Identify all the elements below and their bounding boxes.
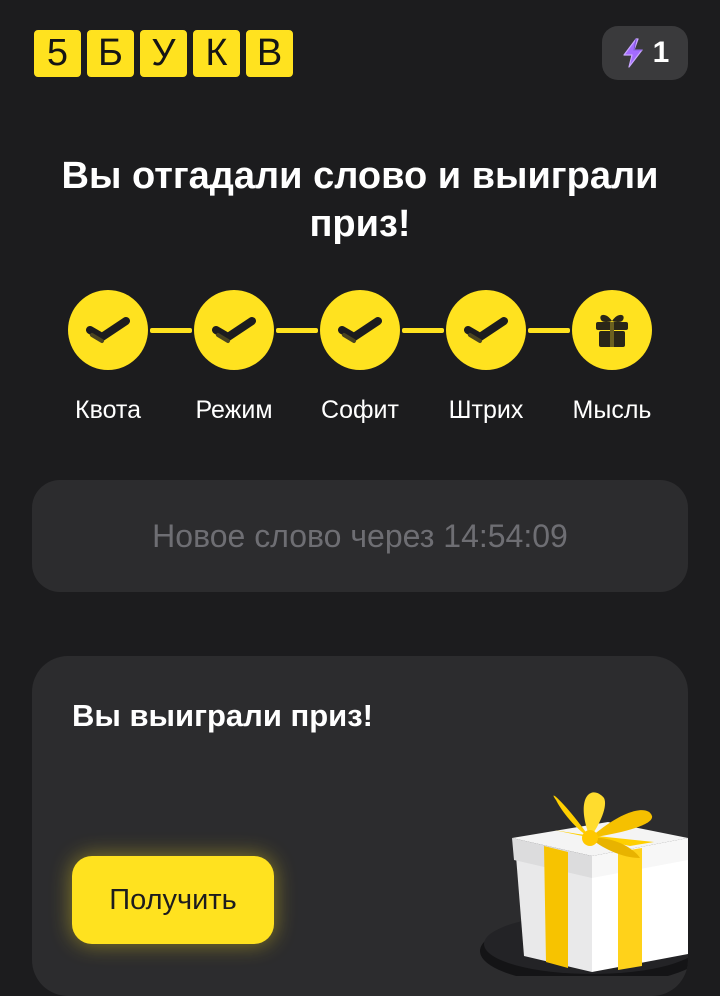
step-label-1: Квота [75, 396, 141, 424]
logo-letter: К [191, 28, 242, 79]
next-word-timer: Новое слово через 14:54:09 [32, 480, 688, 592]
page-title: Вы отгадали слово и выиграли приз! [61, 155, 659, 245]
step-circle-2 [194, 290, 274, 370]
step-circle-3 [320, 290, 400, 370]
step-label-4: Штрих [448, 396, 524, 424]
progress-stepper [68, 290, 652, 370]
claim-prize-button[interactable]: Получить [72, 856, 274, 944]
check-icon [86, 313, 130, 347]
progress-connector [276, 328, 318, 333]
step-label-2: Режим [195, 396, 273, 424]
timer-text: Новое слово через 14:54:09 [152, 517, 568, 554]
step-circle-5 [572, 290, 652, 370]
step-circle-1 [68, 290, 148, 370]
prize-card: Вы выиграли приз! Получить [32, 656, 688, 996]
step-label-5: Мысль [572, 396, 652, 424]
logo: 5 Б У К В [32, 28, 295, 79]
energy-badge[interactable]: 1 [602, 26, 688, 80]
gift-box-illustration [472, 776, 688, 985]
step-label-3: Софит [321, 396, 399, 424]
logo-letter: У [138, 28, 189, 79]
step-circle-4 [446, 290, 526, 370]
lightning-icon [621, 38, 645, 68]
progress-connector [402, 328, 444, 333]
logo-letter: Б [85, 28, 136, 79]
check-icon [464, 313, 508, 347]
logo-letter: 5 [32, 28, 83, 79]
check-icon [212, 313, 256, 347]
progress-connector [150, 328, 192, 333]
check-icon [338, 313, 382, 347]
energy-count: 1 [652, 36, 670, 69]
prize-title: Вы выиграли приз! [72, 698, 373, 733]
gift-icon [592, 310, 632, 350]
progress-connector [528, 328, 570, 333]
logo-letter: В [244, 28, 295, 79]
